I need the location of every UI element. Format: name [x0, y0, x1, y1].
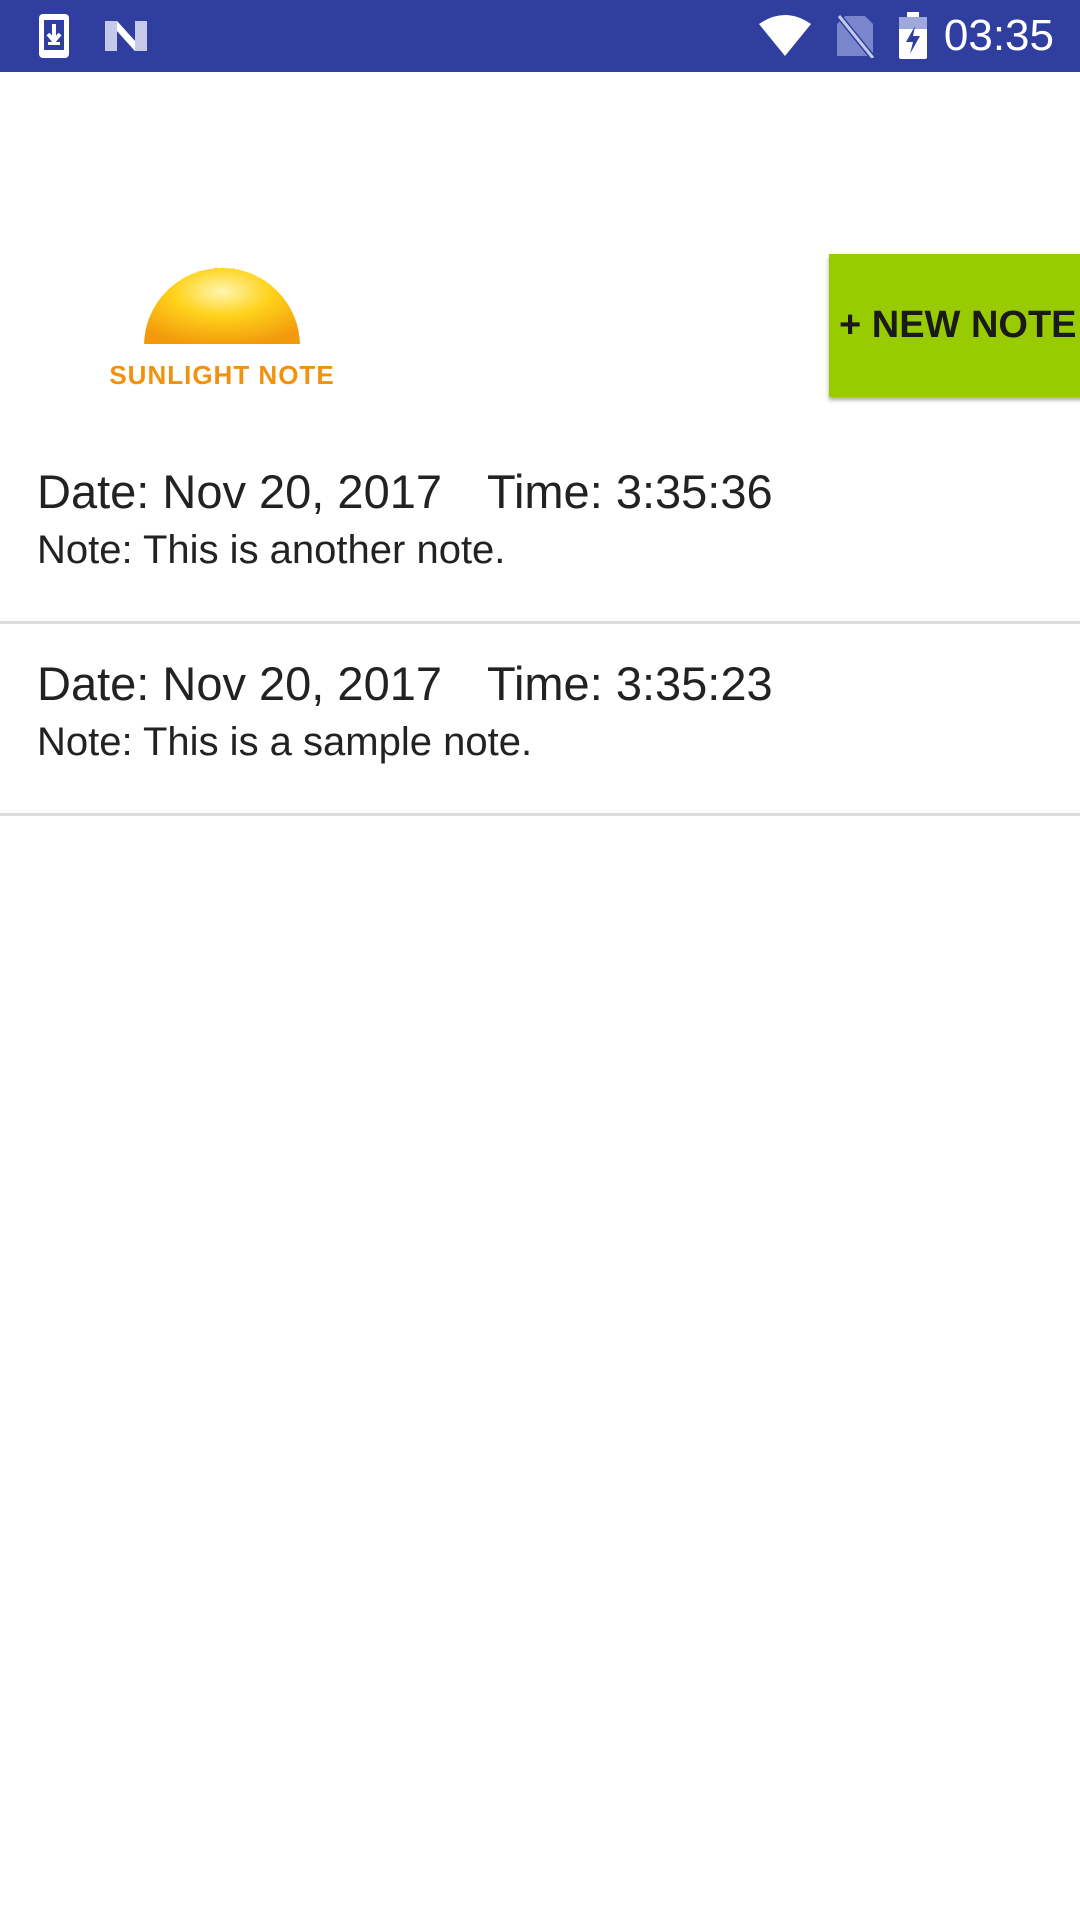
note-date: Date: Nov 20, 2017 — [37, 465, 442, 518]
wifi-icon — [756, 0, 814, 72]
battery-charging-icon — [896, 0, 930, 72]
note-time: Time: 3:35:23 — [487, 657, 773, 710]
list-item[interactable]: Date: Nov 20, 2017 Time: 3:35:36 Note: T… — [0, 432, 1080, 624]
notes-list: Date: Nov 20, 2017 Time: 3:35:36 Note: T… — [0, 432, 1080, 816]
n-logo-icon — [102, 0, 150, 72]
note-time: Time: 3:35:36 — [487, 465, 773, 518]
no-sim-icon — [834, 0, 876, 72]
app-logo: SUNLIGHT NOTE — [96, 186, 348, 396]
list-item[interactable]: Date: Nov 20, 2017 Time: 3:35:23 Note: T… — [0, 624, 1080, 816]
logo-text: SUNLIGHT NOTE — [109, 360, 335, 390]
note-date: Date: Nov 20, 2017 — [37, 657, 442, 710]
sun-icon — [126, 266, 318, 356]
new-note-button[interactable]: + NEW NOTE — [829, 254, 1080, 397]
clock: 03:35 — [943, 11, 1054, 60]
note-text: Note: This is a sample note. — [37, 720, 533, 764]
status-bar: 03:35 — [0, 0, 1080, 72]
download-notification-icon — [36, 0, 72, 72]
note-text: Note: This is another note. — [37, 528, 506, 572]
